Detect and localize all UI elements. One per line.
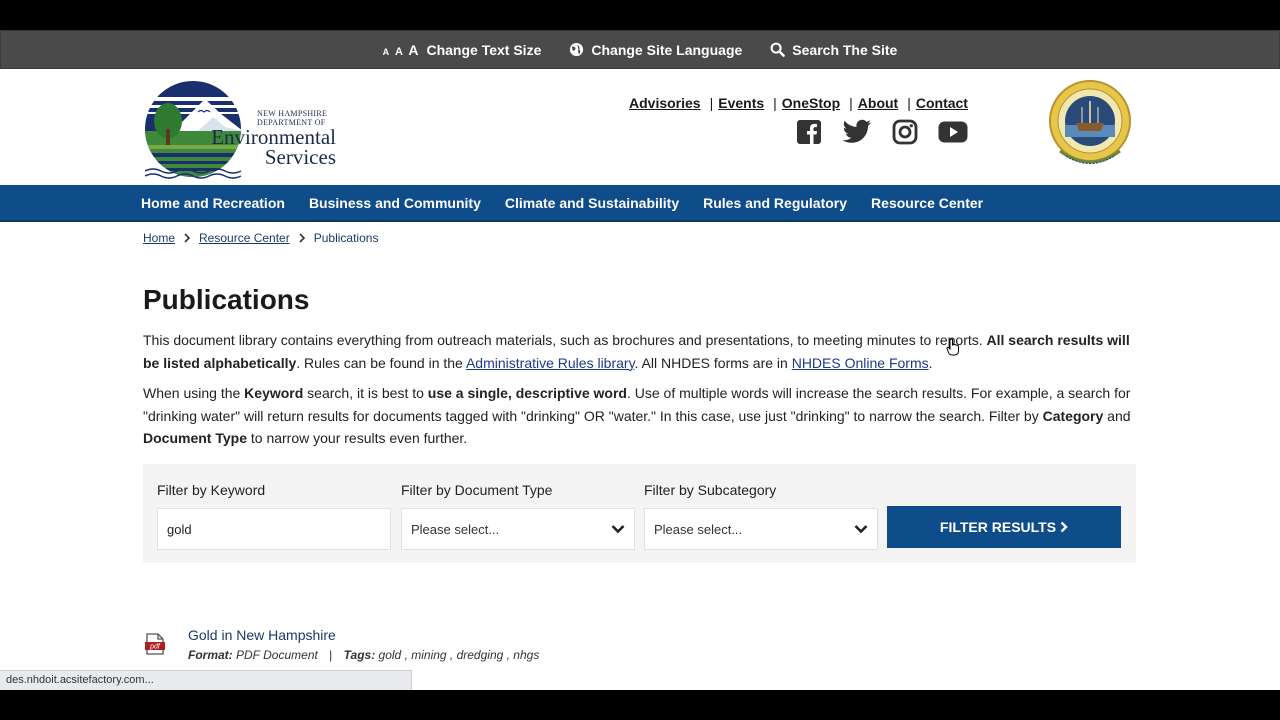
doctype-filter: Filter by Document Type Please select...	[401, 482, 635, 550]
chevron-down-icon	[611, 525, 625, 534]
change-text-size-button[interactable]: A A A Change Text Size	[383, 42, 542, 58]
breadcrumb: Home Resource Center Publications	[143, 231, 378, 245]
keyword-input[interactable]: gold	[157, 508, 391, 550]
chevron-down-icon	[854, 525, 868, 534]
text-size-icon: A A A	[382, 41, 420, 58]
nav-rules-regulatory[interactable]: Rules and Regulatory	[703, 195, 847, 211]
separator: |	[773, 95, 777, 111]
doctype-value: Please select...	[411, 521, 500, 537]
search-site-button[interactable]: Search The Site	[770, 42, 897, 58]
chevron-right-icon	[299, 233, 305, 243]
admin-rules-link[interactable]: Administrative Rules library	[466, 355, 635, 371]
filter-results-button[interactable]: FILTER RESULTS	[887, 506, 1121, 548]
nav-business-community[interactable]: Business and Community	[309, 195, 481, 211]
change-text-size-label: Change Text Size	[426, 41, 542, 58]
main-nav: Home and Recreation Business and Communi…	[0, 185, 1280, 222]
keyword-help-paragraph: When using the Keyword search, it is bes…	[143, 385, 1131, 446]
search-icon	[770, 42, 786, 57]
doctype-select[interactable]: Please select...	[401, 508, 635, 550]
subcategory-label: Filter by Subcategory	[644, 482, 777, 498]
keyword-filter: Filter by Keyword gold	[157, 482, 391, 550]
twitter-icon[interactable]	[840, 118, 874, 146]
doctype-label: Filter by Document Type	[401, 482, 553, 498]
filter-panel: Filter by Keyword gold Filter by Documen…	[143, 464, 1136, 563]
subcategory-select[interactable]: Please select...	[644, 508, 878, 550]
separator: |	[709, 95, 714, 111]
instagram-icon[interactable]	[888, 118, 922, 146]
main-content: Publications This document library conta…	[143, 284, 1138, 458]
separator: |	[907, 95, 911, 111]
toplink-about[interactable]: About	[858, 95, 898, 111]
logo-agency-name: Environmental Services	[211, 125, 336, 169]
result-format: PDF Document	[236, 648, 318, 662]
change-language-label: Change Site Language	[591, 41, 743, 58]
result-title-link[interactable]: Gold in New Hampshire	[188, 627, 336, 643]
toplink-contact[interactable]: Contact	[916, 95, 968, 111]
top-links: Advisories | Events | OneStop | About | …	[629, 95, 968, 111]
page-title: Publications	[143, 284, 310, 315]
change-language-button[interactable]: Change Site Language	[569, 42, 742, 58]
online-forms-link[interactable]: NHDES Online Forms	[792, 355, 929, 371]
breadcrumb-home[interactable]: Home	[143, 231, 175, 245]
result-meta: Format: PDF Document | Tags: gold , mini…	[188, 648, 540, 662]
hand-cursor-icon	[946, 338, 959, 356]
nav-climate-sustainability[interactable]: Climate and Sustainability	[505, 195, 679, 211]
utility-bar: A A A Change Text Size Change Site Langu…	[0, 30, 1280, 69]
toplink-advisories[interactable]: Advisories	[629, 95, 701, 111]
subcategory-value: Please select...	[654, 521, 743, 537]
state-seal-icon	[1049, 80, 1131, 165]
youtube-icon[interactable]	[936, 118, 970, 146]
browser-viewport: A A A Change Text Size Change Site Langu…	[0, 30, 1280, 690]
keyword-label: Filter by Keyword	[157, 482, 266, 498]
site-header: NEW HAMPSHIRE DEPARTMENT OF Environmental…	[0, 69, 1280, 185]
toplink-events[interactable]: Events	[718, 95, 764, 111]
chevron-right-icon	[1060, 521, 1068, 533]
state-seal	[1046, 77, 1134, 169]
globe-icon	[570, 42, 584, 57]
search-site-label: Search The Site	[792, 41, 898, 58]
social-links	[792, 118, 970, 146]
chevron-right-icon	[184, 233, 191, 243]
filter-results-label: FILTER RESULTS	[939, 519, 1057, 535]
breadcrumb-current: Publications	[313, 231, 379, 245]
facebook-icon[interactable]	[792, 118, 826, 146]
breadcrumb-resource-center[interactable]: Resource Center	[199, 231, 290, 245]
nhdes-logo[interactable]: NEW HAMPSHIRE DEPARTMENT OF Environmental…	[143, 79, 338, 179]
nav-home-recreation[interactable]: Home and Recreation	[141, 195, 285, 211]
keyword-value: gold	[167, 521, 192, 537]
pdf-file-icon: pdf	[145, 633, 165, 655]
status-bar: des.nhdoit.acsitefactory.com...	[0, 670, 412, 690]
separator: |	[849, 95, 853, 111]
intro-paragraph: This document library contains everythin…	[143, 332, 1130, 371]
nav-resource-center[interactable]: Resource Center	[871, 195, 983, 211]
subcategory-filter: Filter by Subcategory Please select...	[644, 482, 878, 550]
result-tags: gold , mining , dredging , nhgs	[378, 648, 540, 662]
svg-text:pdf: pdf	[149, 644, 161, 651]
toplink-onestop[interactable]: OneStop	[782, 95, 840, 111]
